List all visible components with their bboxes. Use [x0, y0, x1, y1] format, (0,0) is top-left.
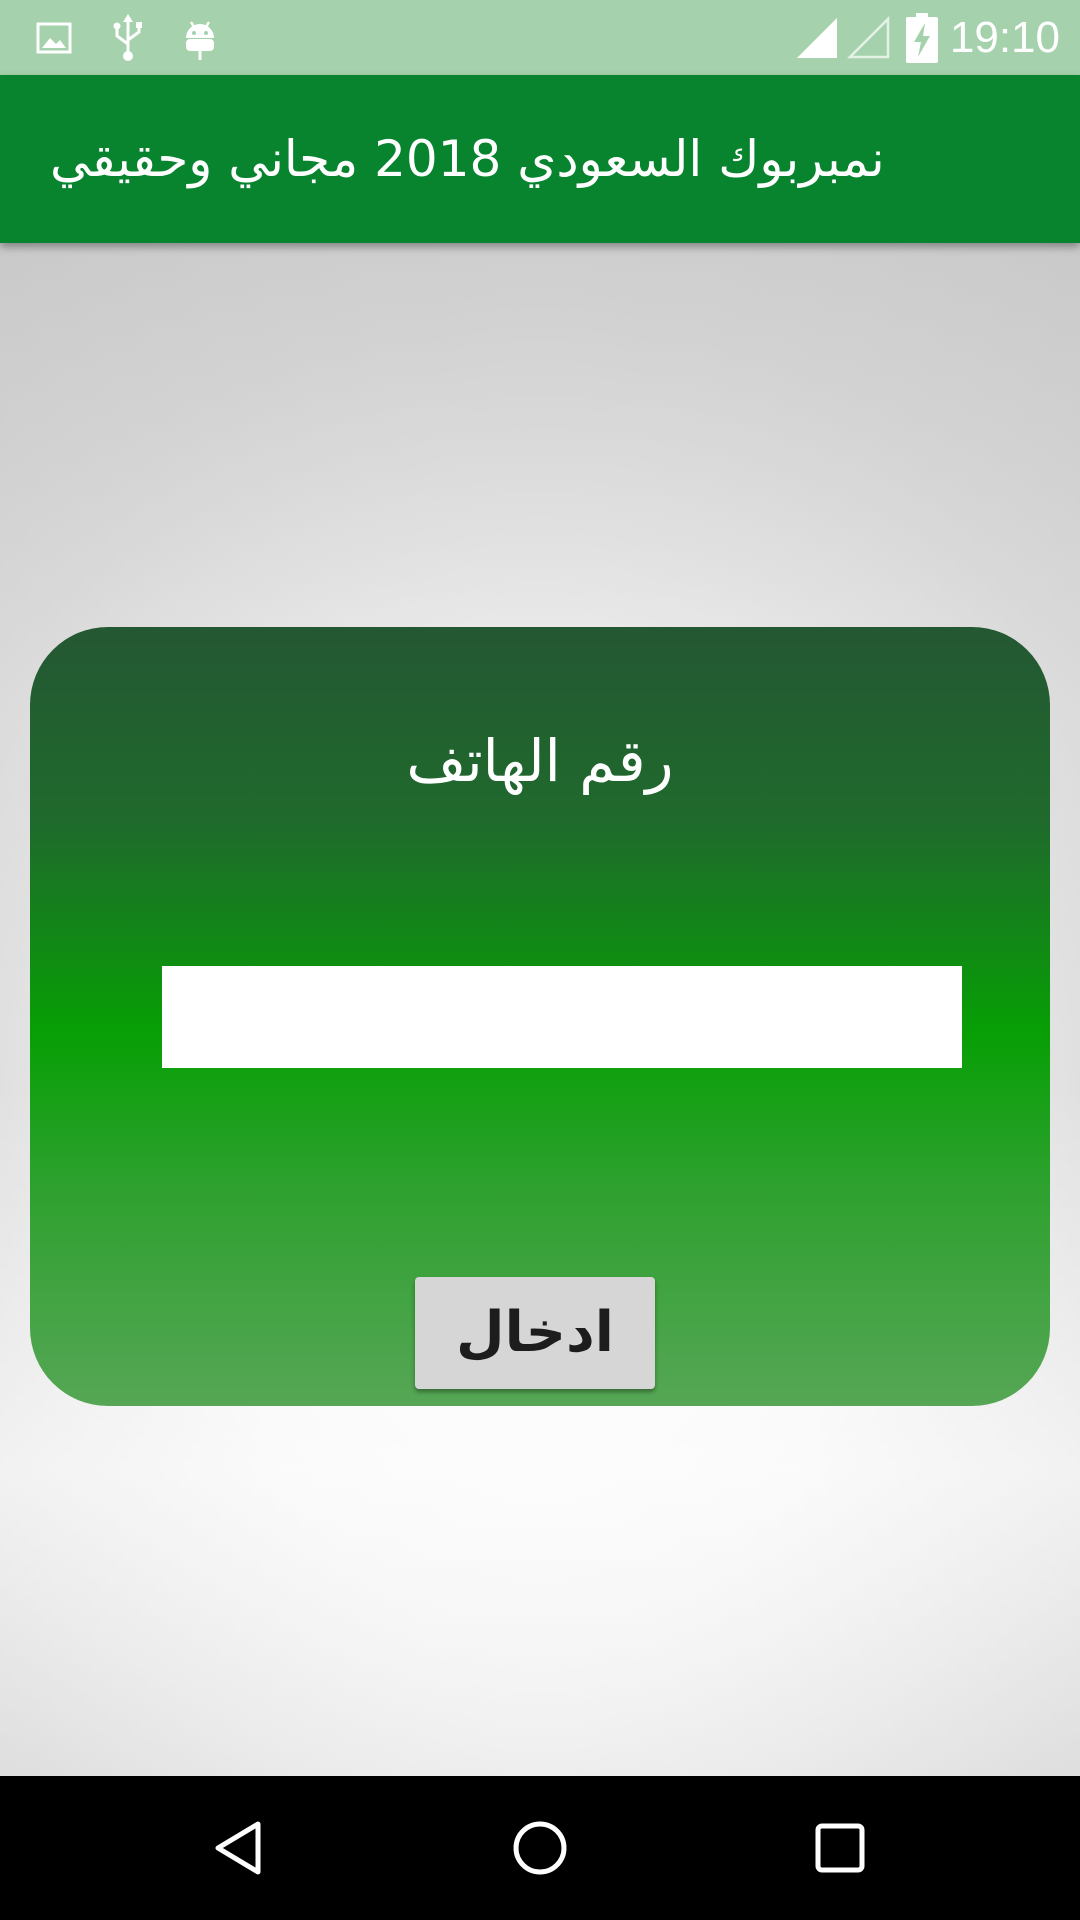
enter-button[interactable]: ادخال — [415, 1277, 655, 1389]
navigation-bar — [0, 1776, 1080, 1920]
home-icon[interactable] — [460, 1776, 620, 1920]
phone-number-input[interactable] — [162, 966, 962, 1068]
usb-icon — [108, 0, 148, 75]
signal-empty-icon — [846, 0, 892, 75]
image-icon — [34, 0, 74, 75]
signal-icon — [794, 0, 840, 75]
battery-charging-icon — [904, 0, 940, 75]
phone-entry-card: رقم الهاتف ادخال — [30, 627, 1050, 1406]
status-bar: 19:10 — [0, 0, 1080, 75]
recents-icon[interactable] — [760, 1776, 920, 1920]
back-icon[interactable] — [160, 1776, 320, 1920]
status-time: 19:10 — [949, 13, 1060, 62]
app-title: نمبربوك السعودي 2018 مجاني وحقيقي — [50, 130, 885, 188]
android-icon — [178, 0, 222, 75]
phone-number-label: رقم الهاتف — [406, 727, 674, 795]
app-bar: نمبربوك السعودي 2018 مجاني وحقيقي — [0, 75, 1080, 243]
